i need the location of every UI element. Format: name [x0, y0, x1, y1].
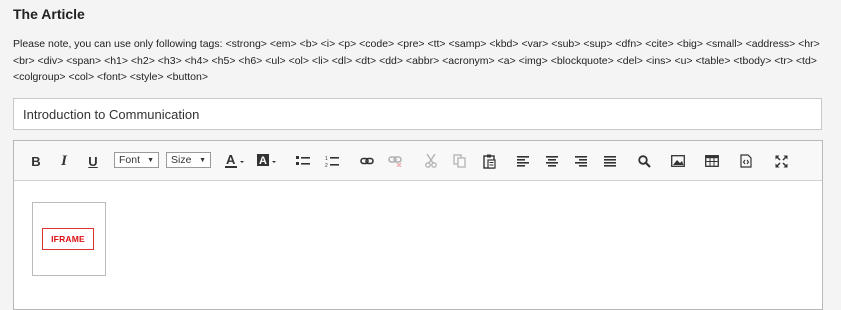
chevron-down-icon: ▼ — [147, 156, 154, 164]
image-button[interactable] — [671, 151, 685, 171]
rich-text-editor: B I U Font ▼ Size ▼ A A 1 2 IFRAME — [13, 140, 823, 310]
find-button[interactable] — [637, 151, 651, 171]
align-left-icon — [516, 155, 529, 167]
font-combo[interactable]: Font ▼ — [114, 152, 159, 168]
source-icon — [740, 154, 752, 168]
justify-button[interactable] — [603, 151, 616, 171]
image-icon — [671, 155, 685, 167]
iframe-label: IFRAME — [42, 228, 94, 250]
numbered-list-icon: 1 2 — [325, 156, 339, 168]
align-center-icon — [545, 155, 558, 167]
editor-content-area[interactable]: IFRAME — [14, 181, 822, 309]
background-color-icon: A — [257, 154, 276, 167]
chevron-down-icon: ▼ — [199, 156, 206, 164]
bulleted-list-button[interactable] — [296, 151, 310, 171]
bold-icon: B — [31, 153, 41, 169]
numbered-list-button[interactable]: 1 2 — [325, 151, 339, 171]
underline-button[interactable]: U — [87, 151, 99, 171]
maximize-button[interactable] — [774, 151, 788, 171]
maximize-icon — [775, 155, 787, 167]
link-icon — [360, 157, 374, 165]
unlink-button[interactable] — [388, 151, 402, 171]
iframe-placeholder[interactable]: IFRAME — [32, 202, 106, 276]
italic-button[interactable]: I — [58, 151, 70, 171]
size-combo-label: Size — [171, 154, 192, 166]
size-combo[interactable]: Size ▼ — [166, 152, 211, 168]
editor-toolbar: B I U Font ▼ Size ▼ A A 1 2 — [14, 141, 822, 181]
font-combo-label: Font — [119, 154, 141, 166]
link-button[interactable] — [360, 151, 374, 171]
cut-button[interactable] — [424, 151, 438, 171]
cut-icon — [425, 154, 437, 168]
copy-button[interactable] — [452, 151, 466, 171]
section-title: The Article — [13, 6, 85, 22]
table-icon — [704, 155, 719, 167]
table-button[interactable] — [704, 151, 719, 171]
source-button[interactable] — [739, 151, 753, 171]
svg-text:A: A — [226, 152, 236, 167]
italic-icon: I — [61, 152, 67, 169]
align-center-button[interactable] — [545, 151, 558, 171]
underline-icon: U — [88, 153, 98, 169]
justify-icon — [603, 155, 616, 167]
copy-icon — [452, 154, 466, 168]
text-color-icon: A — [225, 152, 244, 168]
search-icon — [637, 154, 651, 168]
bold-button[interactable]: B — [30, 151, 42, 171]
paste-icon — [482, 154, 496, 169]
svg-text:2: 2 — [325, 163, 328, 168]
article-title-input[interactable] — [13, 98, 822, 130]
unlink-icon — [388, 156, 402, 167]
allowed-tags-note: Please note, you can use only following … — [13, 38, 820, 83]
align-right-button[interactable] — [574, 151, 587, 171]
paste-button[interactable] — [482, 151, 496, 171]
svg-text:A: A — [259, 155, 267, 167]
svg-text:1: 1 — [325, 156, 328, 162]
text-color-button[interactable]: A — [225, 151, 245, 171]
align-left-button[interactable] — [516, 151, 529, 171]
background-color-button[interactable]: A — [257, 151, 277, 171]
bulleted-list-icon — [296, 156, 310, 165]
align-right-icon — [574, 155, 587, 167]
